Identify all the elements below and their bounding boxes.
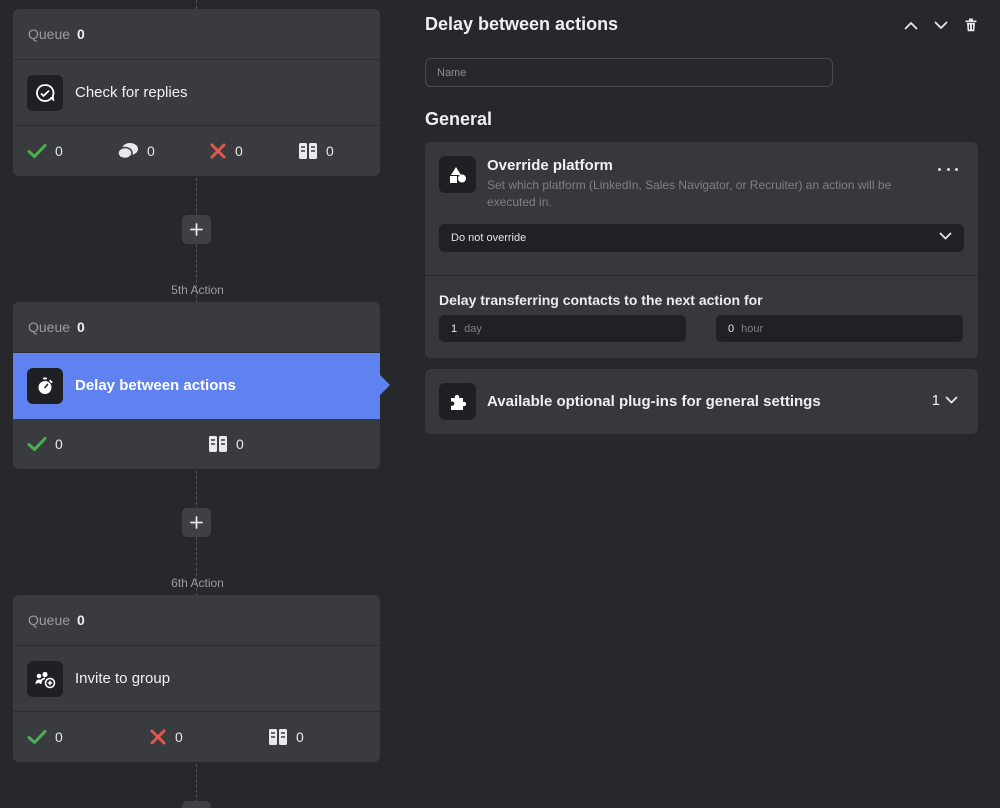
stats-row: 0 0 <box>13 419 380 469</box>
move-down-button[interactable] <box>932 14 950 36</box>
queue-label: Queue <box>28 612 71 628</box>
stat-value: 0 <box>296 729 304 745</box>
chevron-up-icon <box>904 21 918 29</box>
skipped-icon <box>209 436 227 452</box>
queue-label: Queue <box>28 319 71 335</box>
plus-icon <box>190 223 203 236</box>
stat-value: 0 <box>175 729 183 745</box>
action-row-selected[interactable]: Delay between actions <box>13 353 390 419</box>
override-platform-title: Override platform <box>487 157 613 174</box>
add-action-button[interactable] <box>182 215 211 244</box>
skipped-icon <box>299 143 317 159</box>
move-up-button[interactable] <box>902 14 920 36</box>
stat-value: 0 <box>55 436 63 452</box>
stat-skipped: 0 <box>298 126 334 176</box>
hours-unit: hour <box>741 322 764 335</box>
skipped-icon <box>269 729 287 745</box>
action-label: Invite to group <box>75 670 171 687</box>
add-action-button[interactable] <box>182 801 211 808</box>
hours-value: 0 <box>728 322 735 335</box>
plus-icon <box>190 516 203 529</box>
divider <box>425 275 978 276</box>
queue-label: Queue <box>28 26 71 42</box>
group-invite-icon <box>27 660 63 697</box>
hours-input[interactable]: 0 hour <box>716 315 963 342</box>
action-row[interactable]: Check for replies <box>13 60 380 126</box>
stat-replied: 0 <box>117 126 155 176</box>
stopwatch-icon <box>27 367 63 404</box>
action-label: Check for replies <box>75 84 188 101</box>
queue-count: 0 <box>77 26 85 42</box>
check-icon <box>27 437 47 451</box>
queue-count: 0 <box>77 319 85 335</box>
x-icon <box>210 143 226 159</box>
stat-failed: 0 <box>149 712 183 762</box>
stat-value: 0 <box>235 143 243 159</box>
platform-select-value: Do not override <box>451 232 527 244</box>
check-icon <box>27 730 47 744</box>
days-unit: day <box>464 322 482 335</box>
plugins-count: 1 <box>932 392 958 409</box>
action-flow: Queue 0 Check for replies 0 0 0 0 5th Ac… <box>0 0 395 808</box>
replies-icon <box>27 74 63 111</box>
action-card-invite-group[interactable]: Queue 0 Invite to group 0 0 0 <box>13 595 380 762</box>
action-row[interactable]: Invite to group <box>13 646 380 712</box>
step-label: 6th Action <box>171 576 224 590</box>
stat-value: 0 <box>147 143 155 159</box>
plugins-count-value: 1 <box>931 392 940 409</box>
days-value: 1 <box>451 322 458 335</box>
general-settings-box: Override platform Set which platform (Li… <box>425 142 978 358</box>
connector-line <box>196 0 197 9</box>
stat-skipped: 0 <box>268 712 304 762</box>
stat-value: 0 <box>326 143 334 159</box>
action-card-check-replies[interactable]: Queue 0 Check for replies 0 0 0 0 <box>13 9 380 176</box>
dot <box>946 167 950 171</box>
stat-success: 0 <box>27 712 63 762</box>
more-options-button[interactable] <box>938 162 958 176</box>
section-title-general: General <box>425 109 493 129</box>
stat-failed: 0 <box>209 126 243 176</box>
add-action-button[interactable] <box>182 508 211 537</box>
action-card-delay[interactable]: Queue 0 Delay between actions 0 0 <box>13 302 390 469</box>
x-icon <box>150 729 166 745</box>
stat-success: 0 <box>27 419 63 469</box>
speech-bubbles-icon <box>117 143 138 160</box>
platform-select[interactable]: Do not override <box>439 224 964 252</box>
queue-count: 0 <box>77 612 85 628</box>
dot <box>938 167 941 171</box>
panel-controls <box>902 14 980 36</box>
stat-skipped: 0 <box>208 419 244 469</box>
chevron-down-icon <box>945 396 958 404</box>
stat-value: 0 <box>55 143 63 159</box>
stats-row: 0 0 0 0 <box>13 126 380 176</box>
plugins-label: Available optional plug-ins for general … <box>487 393 821 410</box>
plugins-accordion[interactable]: Available optional plug-ins for general … <box>425 369 978 434</box>
stats-row: 0 0 0 <box>13 712 380 762</box>
chevron-down-icon <box>934 21 948 29</box>
delete-button[interactable] <box>962 14 980 36</box>
panel-title: Delay between actions <box>425 14 619 34</box>
dot <box>955 167 958 171</box>
name-input[interactable] <box>425 58 833 87</box>
days-input[interactable]: 1 day <box>439 315 686 342</box>
queue-row: Queue 0 <box>13 9 380 60</box>
override-platform-description: Set which platform (LinkedIn, Sales Navi… <box>487 178 892 209</box>
check-icon <box>27 144 47 158</box>
stat-success: 0 <box>27 126 63 176</box>
queue-row: Queue 0 <box>13 595 380 646</box>
action-label: Delay between actions <box>75 377 236 394</box>
queue-row: Queue 0 <box>13 302 380 353</box>
delay-label: Delay transferring contacts to the next … <box>439 292 763 308</box>
stat-value: 0 <box>236 436 244 452</box>
chevron-down-icon <box>939 232 952 240</box>
trash-icon <box>965 18 977 32</box>
step-label: 5th Action <box>171 283 224 297</box>
platform-icon <box>439 156 476 193</box>
stat-value: 0 <box>55 729 63 745</box>
puzzle-icon <box>439 383 476 420</box>
